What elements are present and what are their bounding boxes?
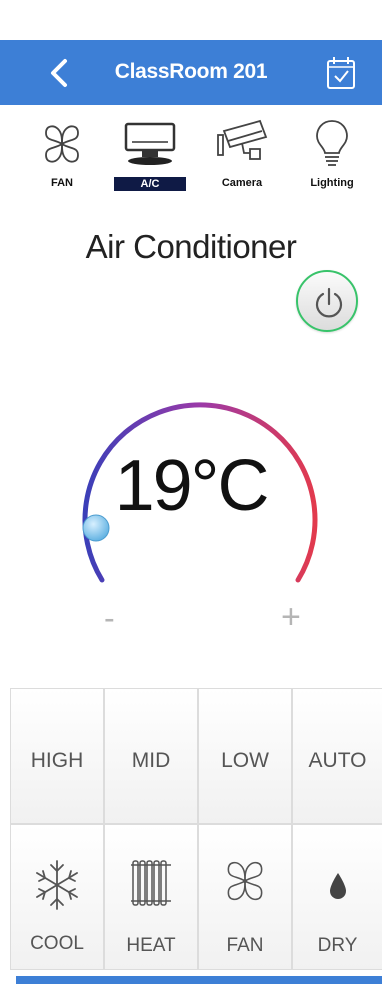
tab-label: A/C (114, 177, 186, 191)
button-label: HEAT (126, 935, 176, 956)
fan-icon (227, 861, 263, 901)
calendar-check-icon[interactable] (326, 56, 356, 90)
camera-icon (217, 119, 268, 160)
power-icon (315, 287, 343, 318)
fan-speed-mid-button[interactable]: MID (104, 688, 198, 824)
tab-fan[interactable]: FAN (22, 115, 102, 195)
button-label: MID (131, 749, 171, 772)
mode-fan-button[interactable]: FAN (198, 824, 292, 970)
increase-temperature-button[interactable]: + (281, 598, 301, 637)
button-label: DRY (317, 935, 358, 956)
bottom-bar (16, 976, 382, 984)
button-label: HIGH (30, 749, 84, 772)
tab-camera[interactable]: Camera (202, 115, 282, 195)
button-label: COOL (30, 933, 84, 954)
button-label: FAN (226, 935, 264, 956)
droplet-icon (329, 873, 346, 899)
snowflake-icon (36, 860, 78, 910)
button-label: AUTO (308, 749, 367, 772)
mode-cool-button[interactable]: COOL (10, 824, 104, 970)
mode-heat-button[interactable]: HEAT (104, 824, 198, 970)
monitor-ac-icon (124, 122, 176, 165)
power-button[interactable] (296, 270, 358, 332)
tab-label: FAN (51, 177, 73, 189)
tab-label: Lighting (310, 177, 354, 189)
decrease-temperature-button[interactable]: - (104, 600, 115, 637)
fan-speed-high-button[interactable]: HIGH (10, 688, 104, 824)
tab-ac[interactable]: A/C (110, 115, 190, 195)
button-label: LOW (221, 749, 269, 772)
lightbulb-icon (316, 120, 348, 166)
fan-icon (45, 125, 79, 163)
tab-label: Camera (221, 177, 263, 189)
page-title: ClassRoom 201 (114, 60, 268, 83)
fan-speed-auto-button[interactable]: AUTO (292, 688, 382, 824)
device-title: Air Conditioner (85, 228, 297, 265)
mode-dry-button[interactable]: DRY (292, 824, 382, 970)
temperature-readout: 19°C (114, 446, 270, 526)
tab-lighting[interactable]: Lighting (292, 115, 372, 195)
heater-icon (131, 860, 171, 906)
fan-speed-low-button[interactable]: LOW (198, 688, 292, 824)
